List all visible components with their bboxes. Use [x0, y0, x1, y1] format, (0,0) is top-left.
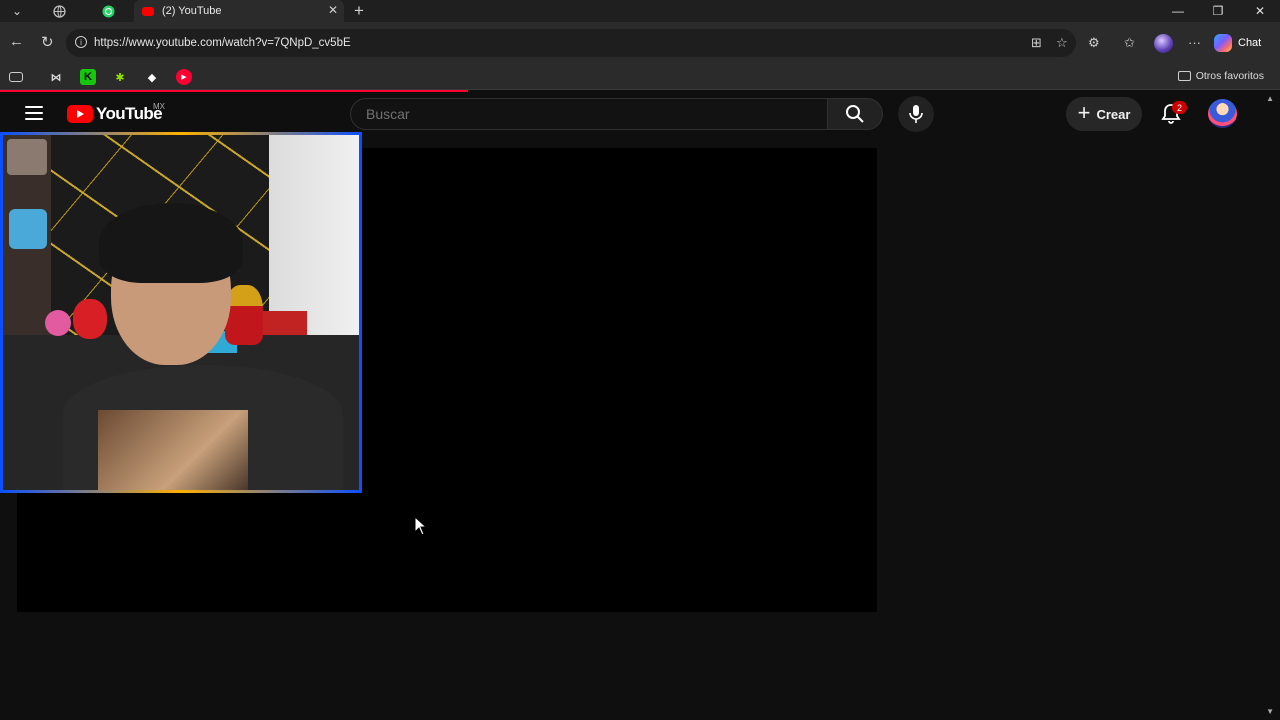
bookmark-k-icon[interactable]: K	[80, 69, 96, 85]
search-icon	[846, 105, 864, 123]
guide-menu-icon[interactable]	[25, 106, 43, 120]
other-favorites-folder[interactable]: Otros favoritos	[1177, 70, 1264, 82]
browser-toolbar: ← ↻ i https://www.youtube.com/watch?v=7Q…	[0, 22, 1280, 64]
tab-title: (2) YouTube	[162, 5, 222, 17]
plus-icon: +	[1077, 100, 1091, 125]
back-icon[interactable]: ←	[9, 33, 24, 50]
bookmark-green-icon[interactable]: ✱	[112, 69, 128, 85]
plush-toy	[45, 310, 71, 336]
copilot-chat-button[interactable]: Chat	[1214, 31, 1274, 55]
account-avatar[interactable]	[1208, 99, 1237, 128]
bookmark-youtube-icon[interactable]: ▶	[176, 69, 192, 85]
scroll-up-arrow-icon[interactable]: ▲	[1266, 94, 1274, 103]
scroll-down-arrow-icon[interactable]: ▼	[1266, 707, 1274, 716]
toy-figure	[7, 139, 47, 175]
new-tab-button[interactable]: +	[354, 1, 364, 21]
app-available-icon[interactable]: ⊞	[1031, 35, 1042, 51]
webcam-overlay	[0, 132, 362, 493]
bookmark-diamond-icon[interactable]: ◆	[144, 69, 160, 85]
workspaces-icon[interactable]	[44, 0, 74, 22]
more-options-icon[interactable]: ···	[1188, 35, 1201, 50]
minimize-icon[interactable]: —	[1158, 0, 1198, 22]
close-tab-icon[interactable]: ✕	[328, 3, 338, 17]
voice-search-button[interactable]	[898, 96, 934, 132]
microphone-icon	[909, 105, 923, 123]
bookmarks-bar: ⋈ K ✱ ◆ ▶ Otros favoritos	[0, 64, 1280, 90]
profile-avatar-icon[interactable]	[1154, 34, 1173, 53]
favorites-icon[interactable]: ✩	[1124, 35, 1135, 51]
tab-actions-menu-icon[interactable]: ⌄	[2, 0, 32, 22]
folder-icon	[1177, 71, 1191, 81]
reload-icon[interactable]: ↻	[41, 33, 54, 51]
shirt-print	[98, 410, 248, 490]
extensions-icon[interactable]: ⚙	[1088, 35, 1100, 51]
restore-icon[interactable]: ❐	[1198, 0, 1238, 22]
copilot-icon	[1214, 34, 1232, 52]
notification-badge: 2	[1172, 101, 1187, 114]
create-button[interactable]: + Crear	[1066, 97, 1142, 131]
bookmark-bowtie-icon[interactable]: ⋈	[48, 69, 64, 85]
youtube-logo[interactable]: YouTube	[67, 104, 163, 124]
search-box[interactable]	[350, 98, 828, 130]
plush-toy	[73, 299, 107, 339]
search-input[interactable]	[366, 106, 827, 122]
youtube-page: YouTube MX + Crear 2	[0, 92, 1280, 720]
add-favorite-star-icon[interactable]: ☆	[1056, 35, 1068, 51]
toy-figure	[9, 209, 47, 249]
person-hair	[99, 203, 243, 283]
address-bar[interactable]: i https://www.youtube.com/watch?v=7QNpD_…	[66, 29, 1076, 57]
youtube-play-icon	[67, 105, 93, 123]
create-label: Crear	[1096, 106, 1131, 122]
search-button[interactable]	[827, 98, 883, 130]
chat-label: Chat	[1238, 37, 1262, 49]
country-code: MX	[153, 102, 165, 111]
other-favorites-label: Otros favoritos	[1195, 70, 1264, 82]
url-text: https://www.youtube.com/watch?v=7QNpD_cv…	[94, 37, 351, 49]
browser-tab-bar: ⌄ (2) YouTube ✕ + — ❐ ✕	[0, 0, 1280, 22]
close-window-icon[interactable]: ✕	[1240, 0, 1280, 22]
whatsapp-tab-icon[interactable]	[93, 0, 123, 22]
tab-youtube[interactable]: (2) YouTube ✕	[134, 0, 344, 22]
site-info-icon[interactable]: i	[75, 36, 87, 48]
bookmark-gamepad-icon[interactable]	[9, 72, 23, 82]
webcam-image	[3, 135, 359, 490]
youtube-favicon-icon	[142, 6, 154, 16]
toy-box	[259, 311, 307, 335]
